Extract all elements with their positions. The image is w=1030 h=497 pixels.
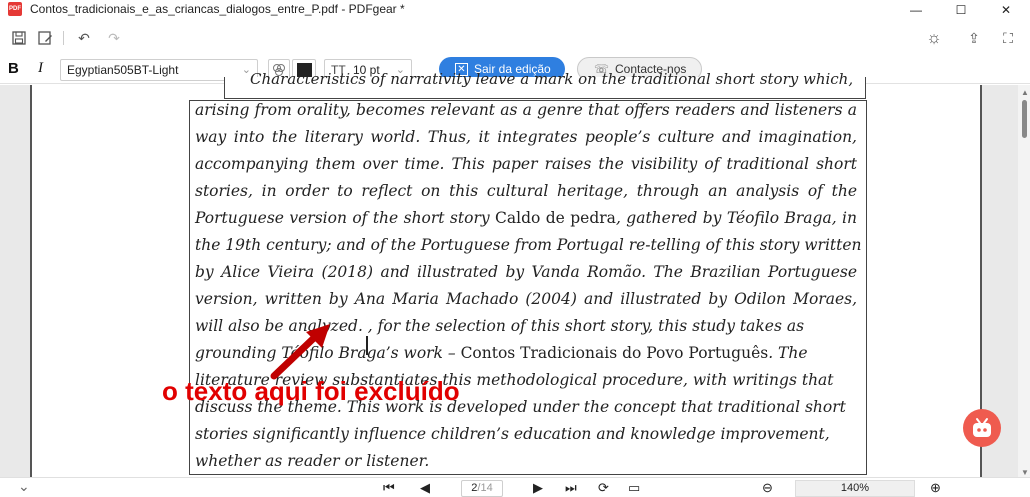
zoom-in-icon[interactable]: ⊕ <box>930 480 941 496</box>
text-line: whether as reader or listener. <box>195 452 429 470</box>
window-title: Contos_tradicionais_e_as_criancas_dialog… <box>30 2 405 16</box>
robot-icon <box>973 418 991 437</box>
italic-button[interactable]: I <box>38 60 43 77</box>
text-line: Portuguese version of the short story Ca… <box>195 209 857 227</box>
heading-text-box[interactable]: Characteristics of narrativity leave a m… <box>224 70 866 99</box>
fit-page-icon[interactable]: ▭ <box>628 480 640 496</box>
close-window-button[interactable]: ✕ <box>986 0 1026 20</box>
text-run: arising from orality, becomes relevant a… <box>195 101 857 119</box>
text-line: way into the literary world. Thus, it in… <box>195 128 857 146</box>
scroll-thumb[interactable] <box>1022 100 1027 138</box>
text-run: accompanying them over time. This paper … <box>195 155 857 173</box>
save-as-icon[interactable] <box>35 28 55 48</box>
minimize-button[interactable]: — <box>896 0 936 20</box>
share-icon[interactable]: ⇪ <box>964 28 984 48</box>
undo-icon[interactable]: ↶ <box>74 28 94 48</box>
main-toolbar: ↶ ↷ ☼ ⇪ ⛶ <box>0 26 1030 52</box>
annotation-text: o texto aqui foi excluído <box>162 376 460 406</box>
pdf-page: Characteristics of narrativity leave a m… <box>30 70 982 477</box>
text-run: . The <box>768 344 808 362</box>
collapse-icon[interactable]: ⌄ <box>18 478 30 495</box>
heading-fragment: Characteristics of narrativity leave a m… <box>250 70 854 88</box>
zoom-out-icon[interactable]: ⊖ <box>762 480 773 496</box>
text-run: by Alice Vieira (2018) and illustrated b… <box>195 263 857 281</box>
redo-icon[interactable]: ↷ <box>104 28 124 48</box>
font-family-value: Egyptian505BT-Light <box>67 63 179 77</box>
maximize-button[interactable]: ☐ <box>941 0 981 20</box>
text-run: way into the literary world. Thus, it in… <box>195 128 857 146</box>
text-run: stories, in order to reflect on this cul… <box>195 182 857 200</box>
previous-page-icon[interactable]: ◀ <box>420 480 430 496</box>
bold-button[interactable]: B <box>8 60 19 77</box>
text-line: stories, in order to reflect on this cul… <box>195 182 857 200</box>
text-line: accompanying them over time. This paper … <box>195 155 857 173</box>
theme-icon[interactable]: ☼ <box>924 28 944 48</box>
text-run: version, written by Ana Maria Machado (2… <box>195 290 857 308</box>
text-run: , gathered by Téofilo Braga, in <box>615 209 857 227</box>
fullscreen-icon[interactable]: ⛶ <box>998 28 1018 48</box>
text-cursor <box>366 336 368 355</box>
text-run: Caldo de pedra <box>495 209 616 227</box>
text-line: stories significantly influence children… <box>195 425 830 443</box>
ai-assistant-button[interactable] <box>963 409 1001 447</box>
total-pages: /14 <box>477 482 493 494</box>
toolbar-divider <box>63 31 64 45</box>
text-line: version, written by Ana Maria Machado (2… <box>195 290 857 308</box>
text-line: the 19th century; and of the Portuguese … <box>195 236 862 254</box>
text-run: the 19th century; and of the Portuguese … <box>195 236 862 254</box>
editable-text-box[interactable]: arising from orality, becomes relevant a… <box>189 100 867 475</box>
text-run: Portuguese version of the short story <box>195 209 496 227</box>
text-run: whether as reader or listener. <box>195 452 430 470</box>
scroll-down-icon[interactable]: ▼ <box>1021 468 1029 477</box>
first-page-icon[interactable]: ⏮ <box>383 480 395 496</box>
last-page-icon[interactable]: ⏭ <box>565 480 577 496</box>
text-line: arising from orality, becomes relevant a… <box>195 101 857 119</box>
title-bar: PDF Contos_tradicionais_e_as_criancas_di… <box>0 0 1030 20</box>
page-navigation-bar: ⌄ ⏮ ◀ 2/14 ▶ ⏭ ⟳ ▭ ⊖ 140% ⊕ <box>0 477 1030 497</box>
document-viewer[interactable]: Characteristics of narrativity leave a m… <box>0 70 1030 477</box>
text-run: Contos Tradicionais do Povo Português <box>460 344 769 362</box>
rotate-icon[interactable]: ⟳ <box>598 480 609 496</box>
zoom-level[interactable]: 140% <box>795 480 915 497</box>
text-line: by Alice Vieira (2018) and illustrated b… <box>195 263 857 281</box>
text-run: stories significantly influence children… <box>195 425 830 443</box>
scroll-up-icon[interactable]: ▲ <box>1021 88 1029 97</box>
save-icon[interactable] <box>9 28 29 48</box>
pdfgear-logo-icon: PDF <box>8 2 22 16</box>
page-number-input[interactable]: 2/14 <box>461 480 503 497</box>
vertical-scrollbar[interactable] <box>1018 85 1030 477</box>
next-page-icon[interactable]: ▶ <box>533 480 543 496</box>
